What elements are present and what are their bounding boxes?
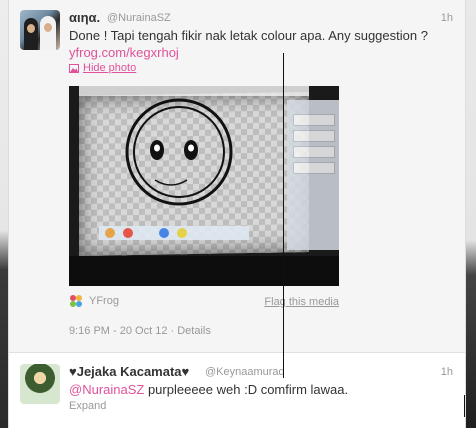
avatar-figure — [40, 16, 56, 50]
timeline-panel: αιηα. @NurainaSZ 1h Done ! Tapi tengah f… — [8, 0, 466, 428]
tweet-text: Done ! Tapi tengah fikir nak letak colou… — [69, 27, 449, 61]
tweet-time[interactable]: 1h — [441, 366, 453, 378]
tweet-body: purpleeeee weh :D comfirm lawaa. — [144, 382, 349, 397]
background-right — [466, 0, 476, 428]
yfrog-logo-icon — [70, 295, 82, 307]
media-source-label: YFrog — [89, 295, 119, 307]
background-left — [0, 0, 8, 428]
tweet-collapsed[interactable]: ♥Jejaka Kacamata♥ @Keynaamurad 1h @Nurai… — [9, 352, 465, 428]
hide-photo-label: Hide photo — [83, 62, 137, 74]
avatar-face — [44, 23, 52, 32]
text-cursor-line — [283, 53, 284, 378]
avatar-figure — [24, 18, 38, 50]
photo-dark-area — [69, 256, 339, 286]
avatar[interactable] — [20, 364, 60, 404]
author-handle[interactable]: @Keynaamurad — [205, 366, 285, 378]
mention-link[interactable]: @NurainaSZ — [69, 382, 144, 397]
author-name[interactable]: αιηα. — [69, 10, 100, 25]
tweet-text: @NurainaSZ purpleeeee weh :D comfirm law… — [69, 381, 449, 398]
tweet-body: Done ! Tapi tengah fikir nak letak colou… — [69, 28, 428, 43]
text-cursor-tick — [464, 395, 465, 417]
expand-link[interactable]: Expand — [69, 400, 106, 412]
avatar[interactable] — [20, 10, 60, 50]
avatar-face — [27, 24, 35, 33]
hide-photo-link[interactable]: Hide photo — [69, 62, 136, 74]
tweet-timestamp[interactable]: 9:16 PM - 20 Oct 12 — [69, 325, 167, 337]
tweet-meta: 9:16 PM - 20 Oct 12 · Details — [69, 325, 211, 337]
flag-media-link[interactable]: Flag this media — [264, 296, 339, 308]
tweet-time[interactable]: 1h — [441, 12, 453, 24]
smiley-drawing — [125, 98, 233, 206]
author-name[interactable]: ♥Jejaka Kacamata♥ — [69, 364, 189, 379]
photo-icon — [69, 63, 79, 73]
tweet-expanded[interactable]: αιηα. @NurainaSZ 1h Done ! Tapi tengah f… — [9, 0, 465, 352]
media-source[interactable]: YFrog — [69, 294, 119, 308]
tweet-photo[interactable] — [69, 86, 339, 286]
media-link[interactable]: yfrog.com/kegxrhoj — [69, 45, 179, 60]
author-handle[interactable]: @NurainaSZ — [107, 12, 171, 24]
details-link[interactable]: Details — [177, 325, 211, 337]
photo-sidepanel — [287, 100, 339, 250]
photo-taskbar — [99, 226, 249, 240]
media-footer: YFrog Flag this media — [69, 294, 339, 310]
